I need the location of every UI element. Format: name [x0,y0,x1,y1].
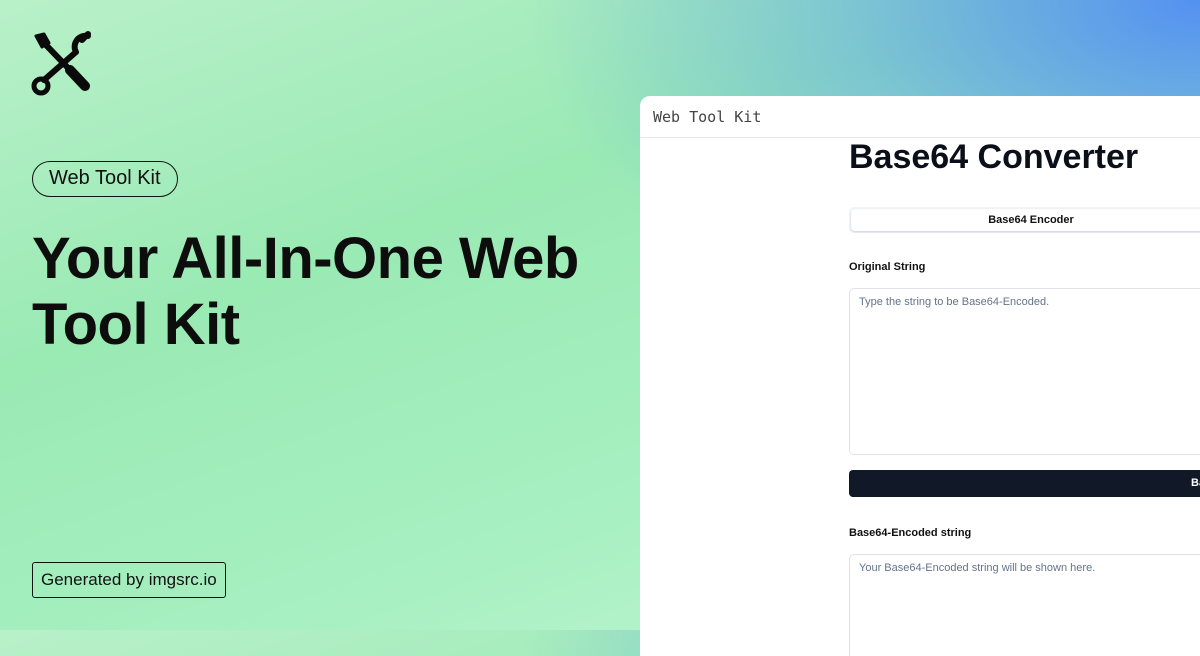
original-string-input[interactable]: Type the string to be Base64-Encoded. [849,288,1200,455]
encoded-string-output[interactable]: Your Base64-Encoded string will be shown… [849,554,1200,656]
window-title: Web Tool Kit [653,108,762,126]
headline: Your All-In-One Web Tool Kit [32,226,579,357]
tab-bar: Base64 Encoder [849,207,1200,233]
page-title: Base64 Converter [849,138,1139,176]
tools-icon [31,31,91,96]
tab-base64-encoder[interactable]: Base64 Encoder [851,209,1200,231]
brand-pill: Web Tool Kit [32,161,178,197]
window-header: Web Tool Kit [640,96,1200,138]
app-window: Web Tool Kit Base64 Converter Base64 Enc… [640,96,1200,656]
original-string-label: Original String [849,261,926,273]
encode-button[interactable]: Base [849,470,1200,497]
generated-by-badge: Generated by imgsrc.io [32,562,226,598]
encoded-string-label: Base64-Encoded string [849,527,972,539]
